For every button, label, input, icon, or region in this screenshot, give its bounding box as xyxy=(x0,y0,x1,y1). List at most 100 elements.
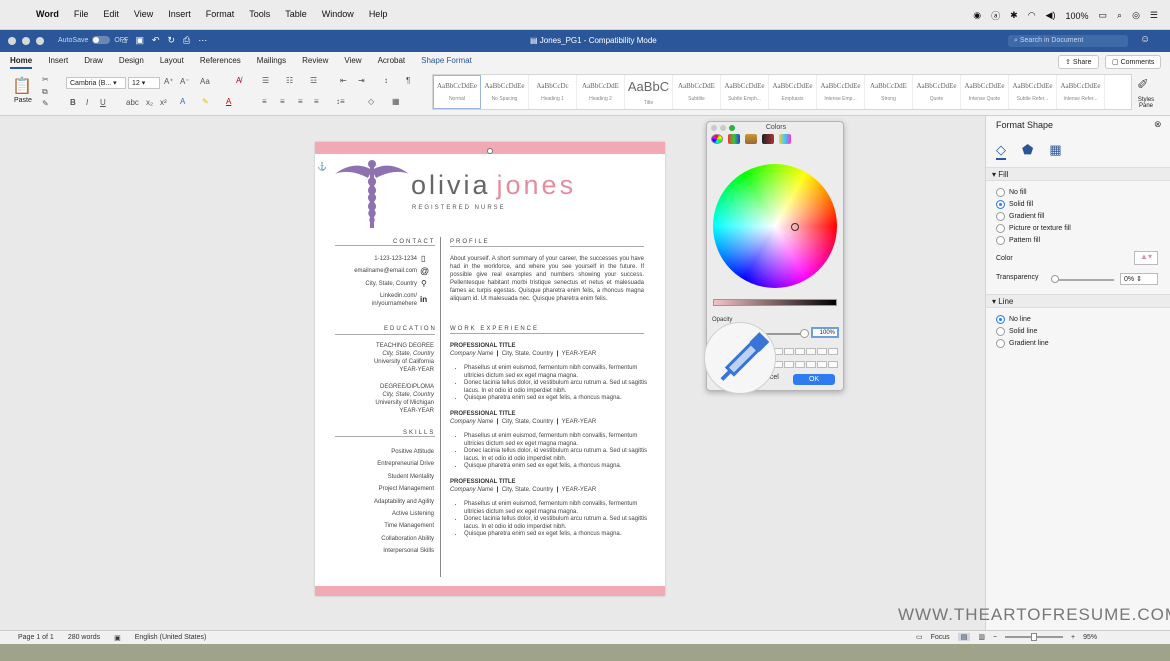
style-11[interactable]: AaBbCcDdEe Quote xyxy=(913,75,961,109)
wifi-icon[interactable]: ◠ xyxy=(1028,10,1036,21)
focus-icon[interactable]: ▭ xyxy=(916,633,923,641)
accessibility-icon[interactable]: ⓐ xyxy=(991,9,1000,22)
styles-gallery[interactable]: AaBbCcDdEe Normal AaBbCcDdEe No Spacing AaBb… xyxy=(432,74,1132,110)
share-button[interactable]: ⇪ Share xyxy=(1058,55,1099,69)
show-marks-icon[interactable]: ¶ xyxy=(406,76,410,85)
increase-indent-icon[interactable]: ⇥ xyxy=(358,76,365,85)
focus-label[interactable]: Focus xyxy=(931,634,950,641)
panel-close-icon[interactable]: ⊗ xyxy=(1154,119,1162,130)
italic-icon[interactable]: I xyxy=(86,98,88,107)
effects-tab-icon[interactable]: ⬟ xyxy=(1022,142,1033,160)
bluetooth-icon[interactable]: ✱ xyxy=(1010,10,1018,21)
print-layout-icon[interactable]: ▤ xyxy=(957,633,971,641)
opacity-slider-knob[interactable] xyxy=(800,329,809,338)
close-window-button[interactable] xyxy=(8,37,16,45)
undo-icon[interactable]: ↶ xyxy=(152,35,160,46)
zoom-slider-knob[interactable] xyxy=(1031,633,1038,641)
justify-icon[interactable]: ≡ xyxy=(314,97,319,106)
decrease-indent-icon[interactable]: ⇤ xyxy=(340,76,347,85)
redo-icon[interactable]: ↻ xyxy=(168,35,176,46)
text-effects-icon[interactable]: A xyxy=(180,97,185,106)
sort-icon[interactable]: ↕ xyxy=(384,76,388,85)
line-section-header[interactable]: ▾ Line xyxy=(986,294,1170,308)
tab-insert[interactable]: Insert xyxy=(48,56,68,69)
color-palettes-mode-icon[interactable] xyxy=(745,134,757,144)
menu-view[interactable]: View xyxy=(134,9,153,19)
color-sliders-mode-icon[interactable] xyxy=(728,134,740,144)
layout-properties-tab-icon[interactable]: ▦ xyxy=(1049,142,1061,160)
print-icon[interactable]: ⎙ xyxy=(183,35,190,46)
page-count[interactable]: Page 1 of 1 xyxy=(18,634,54,642)
autosave-toggle[interactable]: AutoSave OFF xyxy=(58,36,128,44)
underline-icon[interactable]: U xyxy=(100,98,106,107)
tab-design[interactable]: Design xyxy=(119,56,144,69)
opacity-field[interactable]: 100% xyxy=(811,327,839,338)
volume-icon[interactable]: ◀) xyxy=(1046,10,1056,21)
battery-icon[interactable]: ▭ xyxy=(1099,10,1108,21)
menu-app[interactable]: Word xyxy=(36,9,59,19)
radio-button[interactable] xyxy=(996,211,1005,221)
style-8[interactable]: AaBbCcDdEe Emphasis xyxy=(769,75,817,109)
align-left-icon[interactable]: ≡ xyxy=(262,97,267,106)
color-wheel-cursor[interactable] xyxy=(791,223,799,231)
radio-line-2[interactable]: Solid line xyxy=(996,325,1049,337)
document-page[interactable]: ⚓ olivia jones REGISTERED NURSE CONTACT 1… xyxy=(315,142,665,596)
cut-icon[interactable]: ✂ xyxy=(42,75,49,84)
zoom-level[interactable]: 95% xyxy=(1083,634,1097,641)
menu-table[interactable]: Table xyxy=(285,9,307,19)
superscript-icon[interactable]: x² xyxy=(160,98,167,107)
brightness-slider[interactable] xyxy=(713,299,837,306)
font-name-select[interactable]: Cambria (B... ▾ xyxy=(66,77,126,89)
tab-acrobat[interactable]: Acrobat xyxy=(378,56,406,69)
radio-button[interactable] xyxy=(996,223,1005,233)
home-icon[interactable]: ⌂ xyxy=(122,35,127,46)
zoom-in-icon[interactable]: + xyxy=(1071,634,1075,641)
style-10[interactable]: AaBbCcDdE Strong xyxy=(865,75,913,109)
radio-line-1[interactable]: No line xyxy=(996,313,1049,325)
menu-insert[interactable]: Insert xyxy=(168,9,191,19)
highlight-icon[interactable]: ✎ xyxy=(202,97,209,106)
style-12[interactable]: AaBbCcDdEe Intense Quote xyxy=(961,75,1009,109)
web-layout-icon[interactable]: ▥ xyxy=(978,633,985,641)
font-color-icon[interactable]: A xyxy=(226,97,231,106)
style-5[interactable]: AaBbC Title xyxy=(625,75,673,109)
tab-view[interactable]: View xyxy=(344,56,361,69)
feedback-smiley-icon[interactable]: ☺ xyxy=(1140,34,1150,45)
style-9[interactable]: AaBbCcDdEe Intense Emp... xyxy=(817,75,865,109)
align-right-icon[interactable]: ≡ xyxy=(298,97,303,106)
transparency-field[interactable]: 0% ⇕ xyxy=(1120,273,1158,285)
paste-icon[interactable]: 📋 xyxy=(12,76,32,96)
tab-layout[interactable]: Layout xyxy=(160,56,184,69)
radio-button[interactable] xyxy=(996,338,1005,348)
fill-color-picker[interactable]: ▲▾ xyxy=(1134,251,1158,265)
custom-swatches[interactable] xyxy=(773,348,839,372)
save-icon[interactable]: ▣ xyxy=(135,35,144,46)
clear-formatting-icon[interactable]: A̸ xyxy=(236,76,241,85)
fill-line-tab-icon[interactable]: ◇ xyxy=(996,142,1006,160)
record-icon[interactable]: ◉ xyxy=(973,10,981,21)
language[interactable]: English (United States) xyxy=(135,634,207,642)
radio-fill-2[interactable]: Solid fill xyxy=(996,198,1071,210)
menu-tools[interactable]: Tools xyxy=(249,9,270,19)
shading-icon[interactable]: ◇ xyxy=(368,97,374,106)
bold-icon[interactable]: B xyxy=(70,98,76,107)
font-size-select[interactable]: 12 ▾ xyxy=(128,77,160,89)
comments-button[interactable]: ▢ Comments xyxy=(1105,55,1162,69)
format-painter-icon[interactable]: ✎ xyxy=(42,99,49,108)
radio-button[interactable] xyxy=(996,326,1005,336)
shrink-font-icon[interactable]: A⁻ xyxy=(180,77,190,86)
shape-handle[interactable] xyxy=(487,148,493,154)
style-6[interactable]: AaBbCcDdE Subtitle xyxy=(673,75,721,109)
style-14[interactable]: AaBbCcDdEe Intense Refer... xyxy=(1057,75,1105,109)
menu-edit[interactable]: Edit xyxy=(103,9,119,19)
style-2[interactable]: AaBbCcDdEe No Spacing xyxy=(481,75,529,109)
style-3[interactable]: AaBbCcDc Heading 1 xyxy=(529,75,577,109)
strikethrough-icon[interactable]: abc xyxy=(126,98,139,107)
styles-pane-icon[interactable]: ✐ xyxy=(1137,76,1149,93)
autosave-switch[interactable] xyxy=(92,36,111,44)
copy-icon[interactable]: ⧉ xyxy=(42,87,48,97)
tab-shape-format[interactable]: Shape Format xyxy=(421,56,472,69)
fill-section-header[interactable]: ▾ Fill xyxy=(986,167,1170,181)
subscript-icon[interactable]: x₂ xyxy=(146,98,153,107)
menu-format[interactable]: Format xyxy=(206,9,235,19)
